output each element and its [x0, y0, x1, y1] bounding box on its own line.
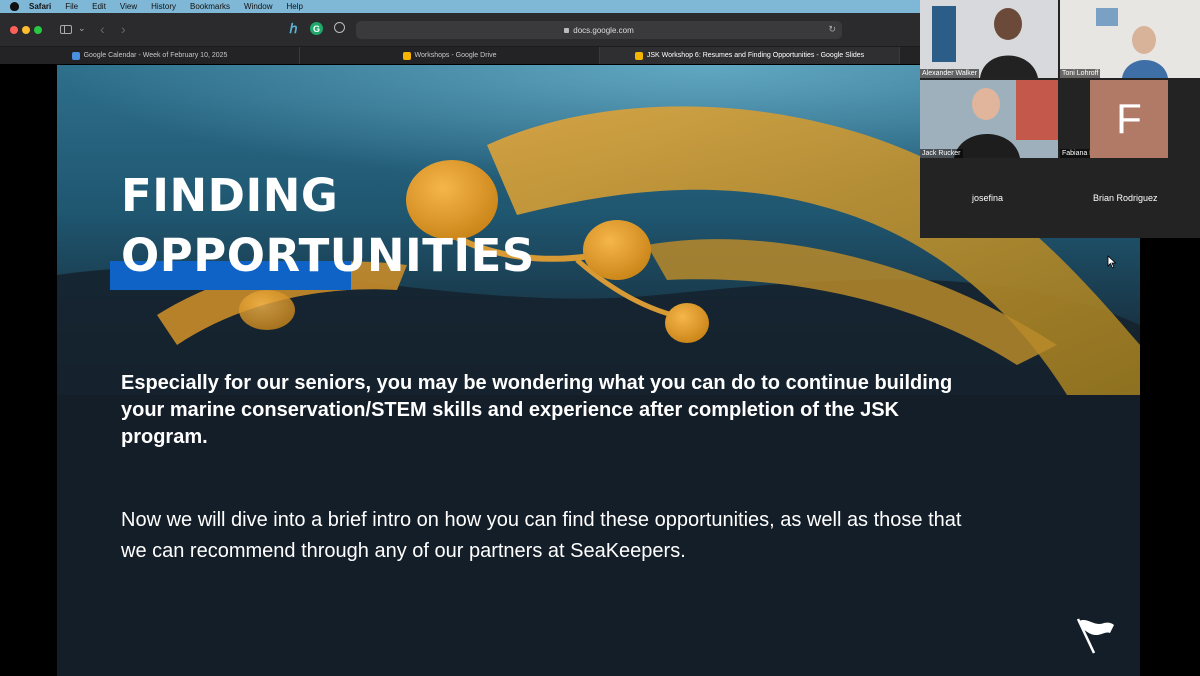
tab-label: JSK Workshop 6: Resumes and Finding Oppo… [646, 52, 865, 59]
drive-favicon-icon [402, 51, 411, 60]
seakeepers-flag-icon [1076, 618, 1114, 654]
menu-bookmarks[interactable]: Bookmarks [190, 2, 230, 11]
participant-name: Alexander Walker [920, 69, 979, 78]
chevron-down-icon[interactable]: ⌄ [78, 23, 86, 34]
address-bar-url: docs.google.com [573, 25, 634, 35]
participant-tile[interactable]: josefina [920, 160, 1058, 238]
menu-file[interactable]: File [65, 2, 78, 11]
participant-avatar: F [1090, 80, 1168, 158]
menu-edit[interactable]: Edit [92, 2, 106, 11]
tab-label: Workshops - Google Drive [414, 52, 497, 59]
shield-icon[interactable] [334, 22, 345, 33]
browser-toolbar: ⌄ ‹ › ℎ G docs.google.com ↻ [0, 13, 920, 47]
extension-h-icon[interactable]: ℎ [287, 21, 300, 36]
menu-history[interactable]: History [151, 2, 176, 11]
tab-bar: Google Calendar - Week of February 10, 2… [0, 47, 920, 64]
address-bar[interactable]: docs.google.com ↻ [356, 21, 842, 39]
menu-view[interactable]: View [120, 2, 137, 11]
grammarly-icon[interactable]: G [310, 22, 323, 35]
participant-name: josefina [972, 193, 1004, 203]
reload-icon[interactable]: ↻ [828, 24, 836, 35]
slide-title-line1: FINDING [121, 169, 339, 222]
apple-icon[interactable] [10, 2, 19, 11]
close-window-button[interactable] [10, 26, 18, 34]
calendar-favicon-icon [71, 51, 80, 60]
participant-video [920, 0, 1058, 78]
slides-favicon-icon [634, 51, 643, 60]
mouse-cursor-icon [1107, 255, 1117, 269]
slide-title-line2: OPPORTUNITIES [121, 229, 535, 282]
back-arrow-icon[interactable]: ‹ [100, 21, 105, 37]
zoom-window-button[interactable] [34, 26, 42, 34]
participant-name: Jack Rucker [920, 149, 963, 158]
participant-tile[interactable]: Toni Lohroff [1060, 0, 1200, 78]
menu-window[interactable]: Window [244, 2, 272, 11]
participant-video [920, 80, 1058, 158]
tab-label: Google Calendar - Week of February 10, 2… [83, 52, 228, 59]
tab-google-drive[interactable]: Workshops - Google Drive [300, 47, 600, 64]
participant-tile[interactable]: Brian Rodriguez [1060, 160, 1200, 238]
slide-title: FINDING OPPORTUNITIES [121, 166, 535, 286]
menu-help[interactable]: Help [286, 2, 302, 11]
slide-paragraph-2: Now we will dive into a brief intro on h… [121, 509, 962, 562]
participant-video [1060, 0, 1200, 78]
slide-paragraph-1: Especially for our seniors, you may be w… [121, 372, 953, 448]
minimize-window-button[interactable] [22, 26, 30, 34]
tab-google-calendar[interactable]: Google Calendar - Week of February 10, 2… [0, 47, 300, 64]
tab-google-slides[interactable]: JSK Workshop 6: Resumes and Finding Oppo… [600, 47, 900, 64]
participant-tile[interactable]: Alexander Walker [920, 0, 1058, 78]
forward-arrow-icon[interactable]: › [121, 21, 126, 37]
participant-name: Toni Lohroff [1060, 69, 1101, 78]
menu-app-safari[interactable]: Safari [29, 2, 51, 11]
lock-icon [564, 27, 570, 33]
participant-name: Brian Rodriguez [1093, 193, 1158, 203]
sidebar-toggle-icon[interactable] [60, 25, 72, 34]
participant-tile[interactable]: Jack Rucker [920, 80, 1058, 158]
